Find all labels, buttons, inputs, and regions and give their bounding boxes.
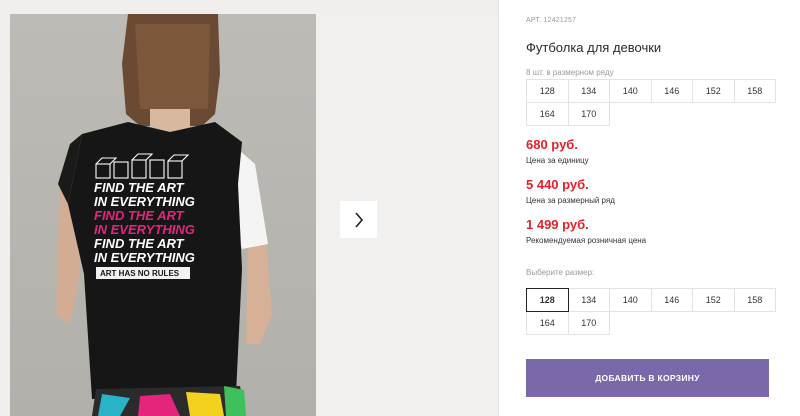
add-to-cart-button[interactable]: ДОБАВИТЬ В КОРЗИНУ [526, 359, 769, 397]
article-number: АРТ. 12421257 [526, 17, 577, 24]
retail-price-note: Рекомендуемая розничная цена [526, 236, 647, 245]
chevron-right-icon [354, 211, 363, 228]
size-row-cell: 152 [692, 79, 735, 103]
unit-price-note: Цена за единицу [526, 156, 589, 165]
girl-tshirt-illustration: FIND THE ART IN EVERYTHING FIND THE ART … [56, 14, 272, 416]
product-photo: FIND THE ART IN EVERYTHING FIND THE ART … [10, 14, 316, 416]
print-line-3: FIND THE ART [94, 208, 185, 223]
print-badge: ART HAS NO RULES [100, 269, 180, 278]
retail-price: 1 499 руб. [526, 217, 589, 232]
size-row-grid: 128 134 140 146 152 158 164 170 [526, 79, 776, 126]
size-option[interactable]: 140 [609, 288, 652, 312]
size-row-cell: 134 [567, 79, 610, 103]
size-option[interactable]: 158 [733, 288, 776, 312]
size-row-cell: 128 [526, 79, 569, 103]
size-row-price: 5 440 руб. [526, 177, 589, 192]
size-option[interactable]: 164 [526, 311, 569, 335]
print-line-5: FIND THE ART [94, 236, 185, 251]
size-option[interactable]: 152 [692, 288, 735, 312]
size-option[interactable]: 134 [567, 288, 610, 312]
size-row-caption: 8 шт. в размерном ряду [526, 68, 614, 77]
size-select-grid: 128 134 140 146 152 158 164 170 [526, 288, 776, 335]
size-option[interactable]: 146 [650, 288, 693, 312]
size-row-cell: 140 [609, 79, 652, 103]
print-line-6: IN EVERYTHING [94, 250, 195, 265]
print-line-4: IN EVERYTHING [94, 222, 195, 237]
size-row-price-note: Цена за размерный ряд [526, 196, 615, 205]
size-option[interactable]: 170 [567, 311, 610, 335]
size-row-cell: 158 [733, 79, 776, 103]
print-line-1: FIND THE ART [94, 180, 185, 195]
size-option-selected[interactable]: 128 [526, 288, 569, 312]
next-image-button[interactable] [340, 201, 377, 238]
unit-price: 680 руб. [526, 137, 578, 152]
print-line-2: IN EVERYTHING [94, 194, 195, 209]
choose-size-caption: Выберите размер: [526, 268, 595, 277]
size-row-cell: 170 [567, 102, 610, 126]
panel-divider [498, 0, 499, 416]
size-row-cell: 146 [650, 79, 693, 103]
size-row-cell: 164 [526, 102, 569, 126]
product-title: Футболка для девочки [526, 40, 662, 55]
product-gallery: FIND THE ART IN EVERYTHING FIND THE ART … [0, 0, 498, 416]
